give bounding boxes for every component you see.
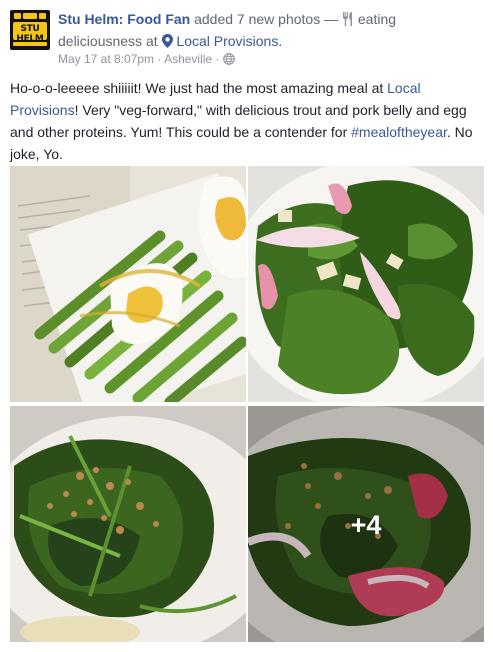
post-header: Stu Helm: Food Fan added 7 new photos — … — [58, 9, 483, 53]
avatar-logo-top — [14, 13, 46, 20]
photo-1[interactable] — [10, 166, 246, 402]
photo-1-image — [10, 166, 246, 402]
photo-4-more[interactable]: +4 — [248, 406, 484, 642]
photo-2[interactable] — [248, 166, 484, 402]
post-body: Ho-o-o-leeeee shiiiiit! We just had the … — [10, 77, 480, 165]
post-location[interactable]: Asheville — [164, 52, 212, 66]
avatar-logo-bar — [13, 42, 47, 46]
photo-3-image — [10, 406, 246, 642]
hashtag-link[interactable]: #mealoftheyear — [351, 124, 447, 140]
map-pin-icon — [161, 33, 173, 53]
more-photos-count: +4 — [350, 510, 382, 540]
post-timestamp-link[interactable]: May 17 at 8:07pm — [58, 52, 154, 66]
meta-separator: · — [154, 52, 165, 66]
place-link[interactable]: Local Provisions. — [176, 33, 282, 49]
avatar-logo-badge: STU HELM — [13, 22, 47, 44]
post-action-text: added 7 new photos — — [190, 11, 342, 27]
avatar-logo-text: STU HELM — [16, 24, 44, 44]
photo-2-image — [248, 166, 484, 402]
photo-3[interactable] — [10, 406, 246, 642]
feed-post: STU HELM Stu Helm: Food Fan added 7 new … — [0, 0, 493, 652]
author-name-link[interactable]: Stu Helm: Food Fan — [58, 11, 190, 27]
meta-separator-2: · — [212, 52, 223, 66]
post-meta: May 17 at 8:07pm · Asheville · — [58, 51, 235, 69]
post-text-part: Ho-o-o-leeeee shiiiiit! We just had the … — [10, 80, 388, 96]
fork-knife-icon — [342, 11, 354, 31]
avatar[interactable]: STU HELM — [10, 10, 50, 50]
globe-icon[interactable] — [222, 53, 235, 69]
